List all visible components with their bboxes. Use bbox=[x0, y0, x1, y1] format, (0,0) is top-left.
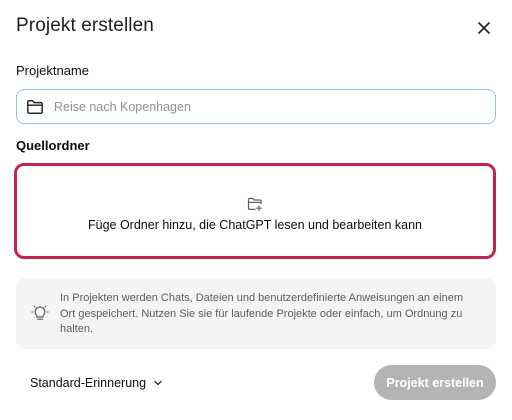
source-folder-label: Quellordner bbox=[16, 138, 90, 153]
project-name-label: Projektname bbox=[16, 63, 89, 78]
info-box: In Projekten werden Chats, Dateien und b… bbox=[16, 278, 496, 349]
create-project-dialog: Projekt erstellen Projektname Quellordne… bbox=[0, 0, 512, 420]
project-name-field[interactable] bbox=[16, 89, 496, 124]
add-folder-dropzone[interactable]: Füge Ordner hinzu, die ChatGPT lesen und… bbox=[14, 163, 496, 259]
folder-icon bbox=[26, 98, 44, 116]
chevron-down-icon bbox=[154, 380, 162, 386]
info-text: In Projekten werden Chats, Dateien und b… bbox=[60, 292, 463, 335]
create-project-button[interactable]: Projekt erstellen bbox=[374, 365, 496, 400]
dropzone-text: Füge Ordner hinzu, die ChatGPT lesen und… bbox=[87, 217, 422, 232]
reminder-label: Standard-Erinnerung bbox=[30, 376, 147, 390]
lightbulb-icon bbox=[30, 303, 50, 323]
close-icon bbox=[478, 22, 490, 34]
close-button[interactable] bbox=[472, 16, 496, 40]
project-name-input[interactable] bbox=[54, 99, 474, 114]
folder-add-icon bbox=[247, 195, 263, 213]
reminder-dropdown[interactable]: Standard-Erinnerung bbox=[30, 376, 162, 390]
dialog-title: Projekt erstellen bbox=[16, 15, 154, 36]
